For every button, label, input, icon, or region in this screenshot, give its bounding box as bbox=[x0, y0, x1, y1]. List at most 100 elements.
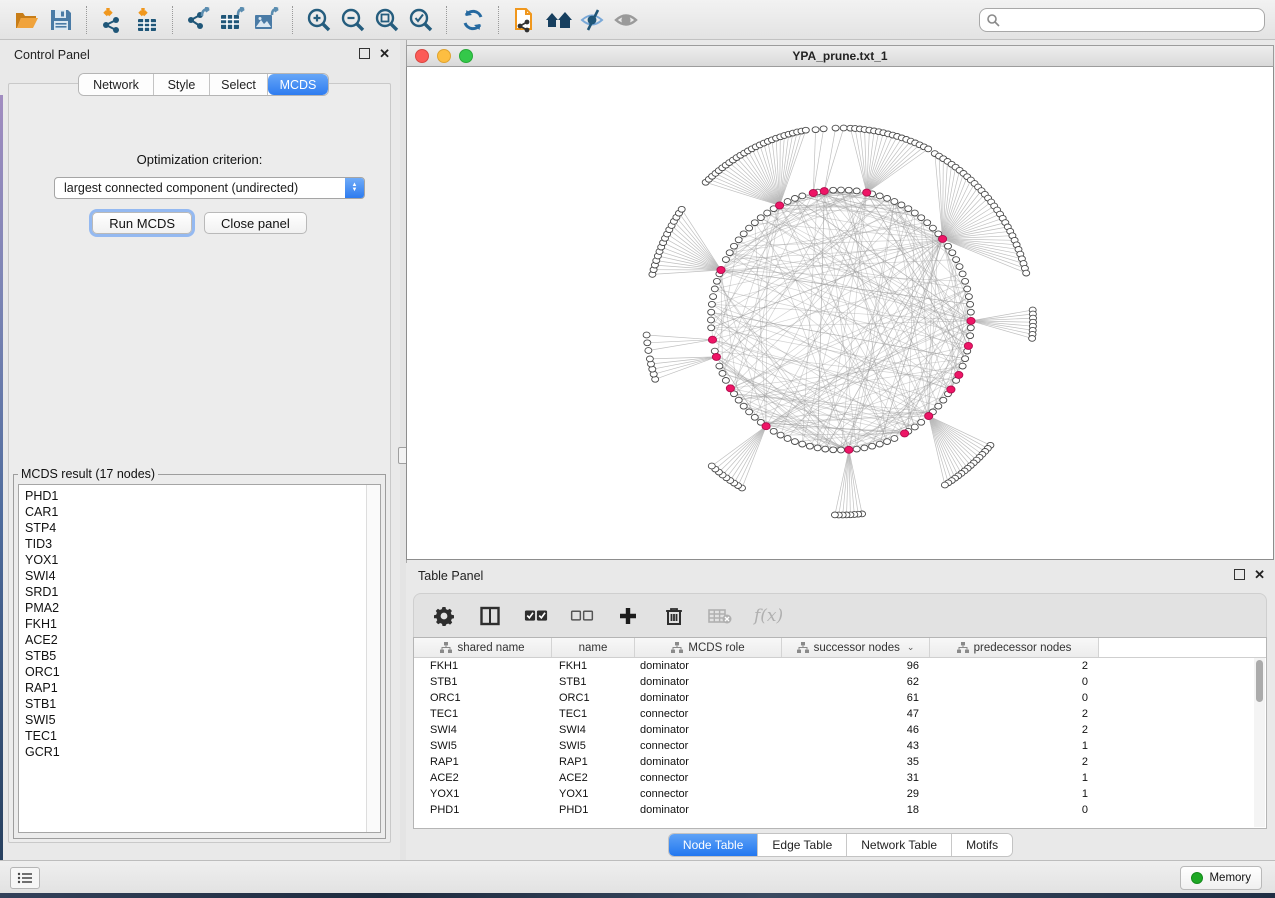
close-panel-icon[interactable]: ✕ bbox=[379, 49, 390, 58]
delete-column-icon[interactable] bbox=[662, 604, 686, 628]
cell-name: SWI4 bbox=[552, 724, 635, 736]
open-session-icon[interactable] bbox=[10, 5, 44, 35]
zoom-out-icon[interactable] bbox=[336, 5, 370, 35]
cell-shared_name: PHD1 bbox=[414, 804, 552, 816]
sort-descending-icon: ⌄ bbox=[907, 642, 915, 653]
mcds-result-item[interactable]: TEC1 bbox=[25, 728, 367, 744]
mcds-result-list[interactable]: PHD1CAR1STP4TID3YOX1SWI4SRD1PMA2FKH1ACE2… bbox=[19, 485, 367, 832]
mcds-result-item[interactable]: ACE2 bbox=[25, 632, 367, 648]
tab-edge-table[interactable]: Edge Table bbox=[758, 834, 847, 856]
column-header-MCDS-role[interactable]: MCDS role bbox=[635, 638, 782, 657]
zoom-in-icon[interactable] bbox=[302, 5, 336, 35]
mcds-result-item[interactable]: GCR1 bbox=[25, 744, 367, 760]
mcds-result-item[interactable]: RAP1 bbox=[25, 680, 367, 696]
mcds-result-box: MCDS result (17 nodes) PHD1CAR1STP4TID3Y… bbox=[13, 467, 386, 839]
table-scrollbar[interactable] bbox=[1254, 658, 1265, 827]
close-panel-button[interactable]: Close panel bbox=[204, 212, 307, 234]
tab-mcds[interactable]: MCDS bbox=[268, 74, 328, 95]
cell-name: SWI5 bbox=[552, 740, 635, 752]
table-row[interactable]: SWI4SWI4dominator462 bbox=[414, 722, 1266, 738]
function-builder-icon[interactable]: f(x) bbox=[754, 606, 783, 626]
delete-table-icon[interactable] bbox=[708, 604, 732, 628]
status-menu-button[interactable] bbox=[10, 867, 40, 889]
mcds-result-item[interactable]: CAR1 bbox=[25, 504, 367, 520]
table-row[interactable]: RAP1RAP1dominator352 bbox=[414, 754, 1266, 770]
network-window-titlebar[interactable]: YPA_prune.txt_1 bbox=[406, 45, 1274, 67]
table-row[interactable]: FKH1FKH1dominator962 bbox=[414, 658, 1266, 674]
table-row[interactable]: YOX1YOX1connector291 bbox=[414, 786, 1266, 802]
zoom-selected-icon[interactable] bbox=[404, 5, 438, 35]
show-columns-icon[interactable] bbox=[478, 604, 502, 628]
network-canvas[interactable] bbox=[406, 67, 1274, 560]
table-row[interactable]: SWI5SWI5connector431 bbox=[414, 738, 1266, 754]
import-table-icon[interactable] bbox=[130, 5, 164, 35]
export-network-icon[interactable] bbox=[182, 5, 216, 35]
mcds-result-item[interactable]: PHD1 bbox=[25, 488, 367, 504]
zoom-fit-icon[interactable] bbox=[370, 5, 404, 35]
mcds-result-item[interactable]: SWI5 bbox=[25, 712, 367, 728]
mcds-result-item[interactable]: ORC1 bbox=[25, 664, 367, 680]
export-image-icon[interactable] bbox=[250, 5, 284, 35]
create-column-icon[interactable] bbox=[616, 604, 640, 628]
cell-predecessor_nodes: 1 bbox=[930, 772, 1099, 784]
mcds-result-title: MCDS result (17 nodes) bbox=[18, 467, 158, 481]
column-header-name[interactable]: name bbox=[552, 638, 635, 657]
mcds-result-item[interactable]: TID3 bbox=[25, 536, 367, 552]
mcds-result-item[interactable]: SRD1 bbox=[25, 584, 367, 600]
table-options-gear-icon[interactable] bbox=[432, 604, 456, 628]
tab-style[interactable]: Style bbox=[154, 74, 210, 95]
table-row[interactable]: PHD1PHD1dominator180 bbox=[414, 802, 1266, 818]
tab-network-table[interactable]: Network Table bbox=[847, 834, 952, 856]
cell-predecessor_nodes: 0 bbox=[930, 676, 1099, 688]
search-field[interactable] bbox=[979, 8, 1265, 32]
list-menu-icon bbox=[17, 872, 33, 884]
column-header-successor-nodes[interactable]: successor nodes⌄ bbox=[782, 638, 930, 657]
float-panel-icon[interactable] bbox=[359, 48, 370, 59]
show-graphics-icon[interactable] bbox=[610, 5, 644, 35]
mcds-result-item[interactable]: FKH1 bbox=[25, 616, 367, 632]
mcds-result-item[interactable]: STP4 bbox=[25, 520, 367, 536]
memory-button[interactable]: Memory bbox=[1180, 866, 1262, 890]
table-row[interactable]: ACE2ACE2connector311 bbox=[414, 770, 1266, 786]
result-scrollbar[interactable] bbox=[366, 485, 380, 832]
run-mcds-button[interactable]: Run MCDS bbox=[92, 212, 192, 234]
export-table-icon[interactable] bbox=[216, 5, 250, 35]
mcds-result-item[interactable]: SWI4 bbox=[25, 568, 367, 584]
import-network-icon[interactable] bbox=[96, 5, 130, 35]
cell-predecessor_nodes: 2 bbox=[930, 660, 1099, 672]
save-session-icon[interactable] bbox=[44, 5, 78, 35]
tab-node-table[interactable]: Node Table bbox=[669, 834, 759, 856]
cell-name: PHD1 bbox=[552, 804, 635, 816]
tab-motifs[interactable]: Motifs bbox=[952, 834, 1012, 856]
table-toolbar: f(x) bbox=[413, 593, 1267, 637]
refresh-icon[interactable] bbox=[456, 5, 490, 35]
mcds-result-item[interactable]: PMA2 bbox=[25, 600, 367, 616]
select-all-icon[interactable] bbox=[524, 604, 548, 628]
mcds-result-item[interactable]: STB1 bbox=[25, 696, 367, 712]
column-tree-icon bbox=[797, 642, 809, 653]
table-row[interactable]: STB1STB1dominator620 bbox=[414, 674, 1266, 690]
hide-graphics-icon[interactable] bbox=[576, 5, 610, 35]
cell-mcds_role: dominator bbox=[635, 660, 782, 672]
network-home-icon[interactable] bbox=[542, 5, 576, 35]
cell-mcds_role: dominator bbox=[635, 692, 782, 704]
deselect-all-icon[interactable] bbox=[570, 604, 594, 628]
optimization-criterion-select[interactable]: largest connected component (undirected)… bbox=[54, 177, 365, 199]
share-document-icon[interactable] bbox=[508, 5, 542, 35]
tab-select[interactable]: Select bbox=[210, 74, 268, 95]
column-header-predecessor-nodes[interactable]: predecessor nodes bbox=[930, 638, 1099, 657]
table-scrollbar-thumb[interactable] bbox=[1256, 660, 1263, 702]
optimization-criterion-label: Optimization criterion: bbox=[9, 152, 390, 167]
tab-network[interactable]: Network bbox=[79, 74, 154, 95]
column-header-shared-name[interactable]: shared name bbox=[414, 638, 552, 657]
mcds-result-item[interactable]: STB5 bbox=[25, 648, 367, 664]
cell-successor_nodes: 61 bbox=[782, 692, 930, 704]
close-table-panel-icon[interactable]: ✕ bbox=[1254, 570, 1265, 579]
mcds-result-item[interactable]: YOX1 bbox=[25, 552, 367, 568]
cell-mcds_role: connector bbox=[635, 772, 782, 784]
cell-successor_nodes: 46 bbox=[782, 724, 930, 736]
float-table-panel-icon[interactable] bbox=[1234, 569, 1245, 580]
table-row[interactable]: TEC1TEC1connector472 bbox=[414, 706, 1266, 722]
search-input[interactable] bbox=[1000, 12, 1258, 28]
table-row[interactable]: ORC1ORC1dominator610 bbox=[414, 690, 1266, 706]
